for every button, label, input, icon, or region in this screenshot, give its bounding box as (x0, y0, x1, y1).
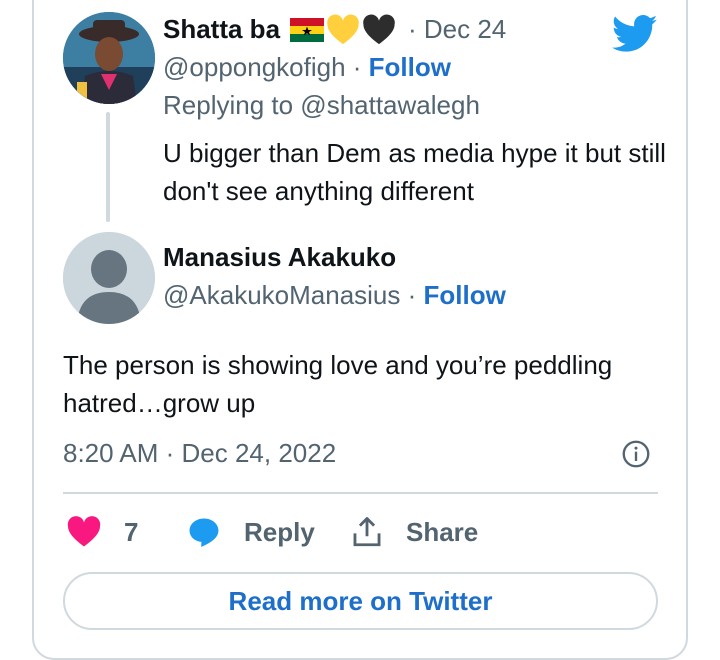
like-count: 7 (124, 516, 139, 547)
author-name[interactable]: Shatta ba (163, 14, 280, 45)
yellow-heart-icon (327, 14, 359, 45)
replying-to-text[interactable]: Replying to @shattawalegh (163, 90, 480, 121)
tweet-timestamp[interactable]: 8:20 AM · Dec 24, 2022 (63, 438, 336, 469)
author-handle-row: @AkakukoManasius · Follow (163, 280, 506, 311)
black-heart-icon (363, 14, 395, 45)
separator-dot: · (400, 280, 424, 310)
author-handle-row: @oppongkofigh · Follow (163, 52, 451, 83)
thread-connector-line (106, 112, 110, 222)
heart-icon (67, 516, 101, 547)
share-button[interactable]: Share (350, 512, 478, 552)
reply-label: Reply (244, 516, 315, 547)
default-avatar[interactable] (63, 232, 155, 324)
separator-dot: · (345, 52, 369, 82)
avatar[interactable] (63, 12, 155, 104)
share-icon (353, 517, 381, 547)
divider (63, 492, 658, 494)
author-handle[interactable]: @oppongkofigh (163, 52, 346, 82)
reply-button[interactable]: Reply (186, 512, 315, 552)
follow-button[interactable]: Follow (369, 52, 451, 82)
speech-bubble-icon (189, 518, 219, 547)
share-label: Share (406, 516, 479, 547)
default-profile-icon (63, 232, 155, 324)
info-icon[interactable] (622, 440, 650, 468)
name-emoji-badges (290, 14, 396, 46)
tweet-text: U bigger than Dem as media hype it but s… (163, 138, 666, 206)
like-button[interactable]: 7 (66, 512, 138, 552)
tweet-text: The person is showing love and you’re pe… (63, 350, 613, 418)
twitter-bird-icon[interactable] (612, 14, 658, 54)
tweet-date[interactable]: · Dec 24 (408, 14, 506, 45)
author-name[interactable]: Manasius Akakuko (163, 242, 396, 273)
author-handle[interactable]: @AkakukoManasius (163, 280, 400, 310)
ghana-flag-icon (290, 18, 324, 42)
follow-button[interactable]: Follow (424, 280, 506, 310)
read-more-button[interactable]: Read more on Twitter (63, 572, 658, 630)
